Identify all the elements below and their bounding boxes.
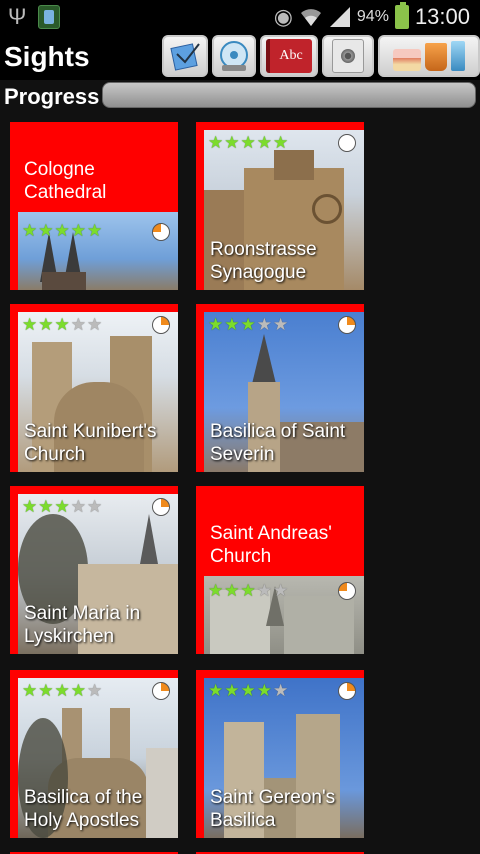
star-empty-icon: ★ [273, 681, 289, 700]
star-filled-icon: ★ [208, 581, 224, 600]
sight-card-saint-andreas-church[interactable]: Saint Andreas' Church ★ ★ ★ ★ ★ [196, 486, 364, 654]
app-header: Sights Abc [0, 34, 480, 80]
star-empty-icon: ★ [256, 581, 272, 600]
sight-card-cologne-cathedral[interactable]: Cologne Cathedral ★ ★ ★ ★ ★ [10, 122, 178, 290]
star-rating: ★ ★ ★ ★ ★ [22, 222, 102, 239]
page-title: Sights [4, 41, 90, 72]
star-empty-icon: ★ [87, 497, 103, 516]
star-filled-icon: ★ [38, 221, 54, 240]
star-filled-icon: ★ [240, 133, 256, 152]
sight-card-title: Basilica of the Holy Apostles [24, 787, 143, 831]
star-filled-icon: ★ [22, 221, 38, 240]
star-empty-icon: ★ [70, 315, 86, 334]
star-filled-icon: ★ [38, 497, 54, 516]
star-filled-icon: ★ [224, 315, 240, 334]
app-notification-icon [38, 5, 61, 29]
sight-card-basilica-holy-apostles[interactable]: ★ ★ ★ ★ ★ Basilica of the Holy Apostles [10, 670, 178, 838]
star-empty-icon: ★ [87, 315, 103, 334]
visit-progress-icon [338, 682, 356, 700]
star-filled-icon: ★ [256, 681, 272, 700]
star-empty-icon: ★ [273, 315, 289, 334]
sight-card-title: Saint Andreas' Church [210, 523, 332, 567]
sight-card-saint-maria-lyskirchen[interactable]: ★ ★ ★ ★ ★ Saint Maria in Lyskirchen [10, 486, 178, 654]
star-empty-icon: ★ [87, 681, 103, 700]
notes-button[interactable] [162, 35, 208, 77]
star-rating: ★ ★ ★ ★ ★ [208, 316, 288, 333]
star-empty-icon: ★ [273, 581, 289, 600]
wifi-icon [300, 9, 321, 26]
star-filled-icon: ★ [22, 497, 38, 516]
sight-card-title: Saint Maria in Lyskirchen [24, 603, 141, 647]
sight-card-title: Roonstrasse Synagogue [210, 239, 317, 283]
star-filled-icon: ★ [38, 315, 54, 334]
visit-progress-icon [152, 498, 170, 516]
star-rating: ★ ★ ★ ★ ★ [22, 498, 102, 515]
clock: 13:00 [414, 4, 470, 29]
audio-guide-button[interactable] [212, 35, 256, 77]
visit-progress-icon [152, 223, 170, 241]
sight-card-title: Cologne Cathedral [24, 159, 107, 203]
star-rating: ★ ★ ★ ★ ★ [208, 134, 288, 151]
star-rating: ★ ★ ★ ★ ★ [22, 682, 102, 699]
star-empty-icon: ★ [256, 315, 272, 334]
star-rating: ★ ★ ★ ★ ★ [208, 582, 288, 599]
star-filled-icon: ★ [38, 681, 54, 700]
progress-bar [102, 82, 476, 108]
usb-icon: Ψ [8, 4, 27, 29]
visit-progress-icon [152, 316, 170, 334]
abc-book-icon: Abc [266, 39, 312, 73]
battery-percent: 94% [356, 8, 389, 25]
eye-icon: ◉ [273, 4, 293, 29]
star-filled-icon: ★ [54, 497, 70, 516]
sight-card-saint-gereons-basilica[interactable]: ★ ★ ★ ★ ★ Saint Gereon's Basilica [196, 670, 364, 838]
star-filled-icon: ★ [208, 133, 224, 152]
star-filled-icon: ★ [54, 221, 70, 240]
star-filled-icon: ★ [54, 315, 70, 334]
speaker-icon [332, 39, 364, 73]
progress-label: Progress [4, 84, 100, 109]
star-filled-icon: ★ [240, 315, 256, 334]
star-filled-icon: ★ [208, 315, 224, 334]
star-filled-icon: ★ [208, 681, 224, 700]
sight-card-saint-kuniberts-church[interactable]: ★ ★ ★ ★ ★ Saint Kunibert's Church [10, 304, 178, 472]
sight-card-title: Basilica of Saint Severin [210, 421, 346, 465]
food-drink-icon [393, 41, 465, 71]
star-filled-icon: ★ [240, 681, 256, 700]
signal-icon [329, 7, 350, 27]
battery-charging-icon [394, 2, 409, 29]
visit-progress-icon [338, 582, 356, 600]
toolbar: Abc [162, 35, 480, 77]
star-rating: ★ ★ ★ ★ ★ [208, 682, 288, 699]
star-filled-icon: ★ [87, 221, 103, 240]
star-empty-icon: ★ [70, 497, 86, 516]
dictionary-button[interactable]: Abc [260, 35, 318, 77]
speaker-button[interactable] [322, 35, 374, 77]
sight-card-basilica-saint-severin[interactable]: ★ ★ ★ ★ ★ Basilica of Saint Severin [196, 304, 364, 472]
sight-card-title: Saint Gereon's Basilica [210, 787, 336, 831]
audio-disc-icon [220, 41, 248, 71]
star-filled-icon: ★ [224, 581, 240, 600]
progress-row: Progress [0, 80, 480, 114]
star-rating: ★ ★ ★ ★ ★ [22, 316, 102, 333]
star-filled-icon: ★ [22, 681, 38, 700]
star-filled-icon: ★ [240, 581, 256, 600]
star-filled-icon: ★ [22, 315, 38, 334]
star-filled-icon: ★ [224, 681, 240, 700]
sight-card-title: Saint Kunibert's Church [24, 421, 157, 465]
visit-progress-icon [152, 682, 170, 700]
status-bar: Ψ ◉ 94% 13:00 [0, 0, 480, 34]
visit-progress-icon [338, 316, 356, 334]
star-filled-icon: ★ [70, 221, 86, 240]
star-filled-icon: ★ [256, 133, 272, 152]
star-filled-icon: ★ [273, 133, 289, 152]
star-filled-icon: ★ [224, 133, 240, 152]
notes-icon [170, 43, 200, 71]
star-filled-icon: ★ [70, 681, 86, 700]
sights-grid: Cologne Cathedral ★ ★ ★ ★ ★ ★ ★ ★ ★ ★ Roonstrasse… [0, 114, 480, 854]
sight-card-roonstrasse-synagogue[interactable]: ★ ★ ★ ★ ★ Roonstrasse Synagogue [196, 122, 364, 290]
star-filled-icon: ★ [54, 681, 70, 700]
visit-progress-icon [338, 134, 356, 152]
food-button[interactable] [378, 35, 480, 77]
